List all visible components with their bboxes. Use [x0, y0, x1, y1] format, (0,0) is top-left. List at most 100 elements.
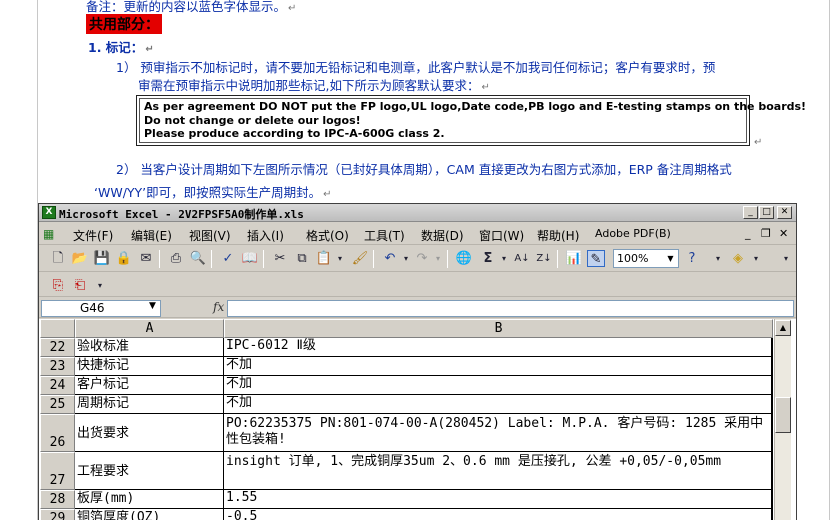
- autosum-dropdown-icon[interactable]: ▾: [495, 250, 513, 267]
- minimize-icon: _: [748, 207, 753, 217]
- table-cell-b[interactable]: PO:62235375 PN:801-074-00-A(280452) Labe…: [224, 414, 773, 452]
- hyperlink-icon[interactable]: 🌐: [455, 250, 473, 267]
- paste-dropdown-icon[interactable]: ▾: [331, 250, 349, 267]
- format-painter-icon[interactable]: 🖌: [351, 250, 369, 267]
- table-cell-b[interactable]: 不加: [224, 395, 773, 414]
- standard-toolbar: 🗋 📂 💾 🔒 ✉ ⎙ 🔍 ✓ 📖 ✂ ⧉ 📋 ▾ 🖌 ↶ ▾ ↷ ▾ 🌐 Σ …: [39, 246, 796, 272]
- document-left-margin: [0, 0, 38, 520]
- vertical-scrollbar[interactable]: ▲: [774, 319, 791, 520]
- name-box-dropdown-icon[interactable]: ▼: [149, 301, 156, 311]
- notice-line-3: Please produce according to IPC-A-600G c…: [144, 127, 445, 140]
- scroll-thumb[interactable]: [775, 397, 791, 433]
- email-icon[interactable]: ✉: [137, 250, 155, 267]
- menu-data[interactable]: 数据(D): [421, 227, 464, 244]
- zoom-dropdown-icon[interactable]: ▼: [664, 251, 677, 266]
- table-cell-a[interactable]: 铜箔厚度(OZ): [75, 509, 224, 520]
- menu-file[interactable]: 文件(F): [73, 227, 113, 244]
- table-cell-a[interactable]: 快捷标记: [75, 357, 224, 376]
- row-header[interactable]: 23: [40, 357, 75, 376]
- menu-bar: ▦ 文件(F) 编辑(E) 视图(V) 插入(I) 格式(O) 工具(T) 数据…: [39, 223, 796, 245]
- doc-close-icon[interactable]: ✕: [779, 227, 788, 240]
- paragraph-2-line-1: 2） 当客户设计周期如下左图所示情况（已封好具体周期），CAM 直接更改为右图方…: [116, 162, 732, 177]
- pdf-convert-icon[interactable]: ⎘: [49, 277, 67, 294]
- toolbar-overflow-icon[interactable]: ▾: [777, 250, 795, 267]
- row-header[interactable]: 27: [40, 452, 75, 490]
- document-right-margin: [829, 0, 837, 520]
- paragraph-1-line-2: 审需在预审指示中说明加那些标记,如下所示为顾客默认要求： ↵: [138, 78, 490, 93]
- redo-dropdown-icon[interactable]: ▾: [429, 250, 447, 267]
- row-header[interactable]: 25: [40, 395, 75, 414]
- table-cell-a[interactable]: 工程要求: [75, 452, 224, 490]
- workbook-icon[interactable]: ▦: [43, 227, 54, 241]
- table-cell-a[interactable]: 验收标准: [75, 338, 224, 357]
- fx-icon[interactable]: fx: [213, 300, 224, 314]
- menu-format[interactable]: 格式(O): [306, 227, 349, 244]
- doc-restore-icon[interactable]: ❐: [761, 227, 771, 240]
- row-header[interactable]: 28: [40, 490, 75, 509]
- menu-insert[interactable]: 插入(I): [247, 227, 284, 244]
- window-title: Microsoft Excel - 2V2FPSF5A0制作单.xls: [59, 208, 304, 221]
- cut-icon[interactable]: ✂: [271, 250, 289, 267]
- paragraph-mark: ↵: [754, 137, 763, 148]
- sort-ascending-icon[interactable]: A↓: [513, 250, 531, 267]
- zoom-value: 100%: [617, 252, 649, 265]
- name-box[interactable]: G46: [41, 300, 161, 317]
- minimize-button[interactable]: _: [743, 206, 758, 219]
- fill-color-icon[interactable]: ◈: [729, 250, 747, 267]
- row-header[interactable]: 22: [40, 338, 75, 357]
- pdf-toolbar: ⎘ ⎗ ▾: [39, 273, 796, 297]
- open-icon[interactable]: 📂: [71, 250, 89, 267]
- table-cell-a[interactable]: 出货要求: [75, 414, 224, 452]
- maximize-button[interactable]: □: [759, 206, 774, 219]
- zoom-select[interactable]: 100% ▼: [613, 249, 679, 268]
- table-cell-b[interactable]: insight 订单, 1、完成铜厚35um 2、0.6 mm 是压接孔, 公差…: [224, 452, 773, 490]
- row-header[interactable]: 29: [40, 509, 75, 520]
- row-header[interactable]: 26: [40, 414, 75, 452]
- table-cell-a[interactable]: 板厚(mm): [75, 490, 224, 509]
- table-cell-b[interactable]: IPC-6012 Ⅱ级: [224, 338, 773, 357]
- column-header-b[interactable]: B: [224, 319, 773, 338]
- table-cell-b[interactable]: 1.55: [224, 490, 773, 509]
- formula-input[interactable]: [227, 300, 794, 317]
- doc-minimize-icon[interactable]: _: [745, 227, 751, 240]
- row-header[interactable]: 24: [40, 376, 75, 395]
- shared-section-heading: 共用部分：: [86, 14, 162, 34]
- column-header-a[interactable]: A: [75, 319, 224, 338]
- toolbar-options-icon[interactable]: ▾: [709, 250, 727, 267]
- pdf-toolbar-options-icon[interactable]: ▾: [91, 277, 109, 294]
- menu-tools[interactable]: 工具(T): [364, 227, 405, 244]
- print-icon[interactable]: ⎙: [167, 250, 185, 267]
- table-cell-b[interactable]: -0.5: [224, 509, 773, 520]
- print-preview-icon[interactable]: 🔍: [189, 250, 207, 267]
- menu-help[interactable]: 帮助(H): [537, 227, 579, 244]
- close-button[interactable]: ✕: [777, 206, 792, 219]
- table-cell-a[interactable]: 周期标记: [75, 395, 224, 414]
- drawing-icon[interactable]: ✎: [587, 250, 605, 267]
- fill-color-dropdown-icon[interactable]: ▾: [747, 250, 765, 267]
- table-cell-b[interactable]: 不加: [224, 376, 773, 395]
- sort-descending-icon[interactable]: Z↓: [535, 250, 553, 267]
- table-cell-b[interactable]: 不加: [224, 357, 773, 376]
- maximize-icon: □: [762, 207, 771, 217]
- spelling-icon[interactable]: ✓: [219, 250, 237, 267]
- chart-wizard-icon[interactable]: 📊: [565, 250, 583, 267]
- new-icon[interactable]: 🗋: [49, 250, 67, 267]
- menu-edit[interactable]: 编辑(E): [131, 227, 172, 244]
- excel-app-icon[interactable]: X: [42, 206, 56, 219]
- select-all-corner[interactable]: [40, 319, 75, 338]
- pdf-email-icon[interactable]: ⎗: [71, 277, 89, 294]
- save-icon[interactable]: 💾: [93, 250, 111, 267]
- research-icon[interactable]: 📖: [241, 250, 259, 267]
- excel-title-bar[interactable]: X Microsoft Excel - 2V2FPSF5A0制作单.xls _ …: [39, 204, 796, 222]
- notice-line-1: As per agreement DO NOT put the FP logo,…: [144, 100, 807, 113]
- table-cell-a[interactable]: 客户标记: [75, 376, 224, 395]
- excel-window: X Microsoft Excel - 2V2FPSF5A0制作单.xls _ …: [38, 203, 797, 520]
- help-icon[interactable]: ?: [683, 250, 701, 267]
- copy-icon[interactable]: ⧉: [293, 250, 311, 267]
- menu-adobe-pdf[interactable]: Adobe PDF(B): [595, 227, 671, 240]
- note-line: 备注：更新的内容以蓝色字体显示。 ↵: [86, 0, 297, 14]
- permission-icon[interactable]: 🔒: [115, 250, 133, 267]
- menu-window[interactable]: 窗口(W): [479, 227, 524, 244]
- menu-view[interactable]: 视图(V): [189, 227, 231, 244]
- scroll-up-icon[interactable]: ▲: [775, 320, 791, 336]
